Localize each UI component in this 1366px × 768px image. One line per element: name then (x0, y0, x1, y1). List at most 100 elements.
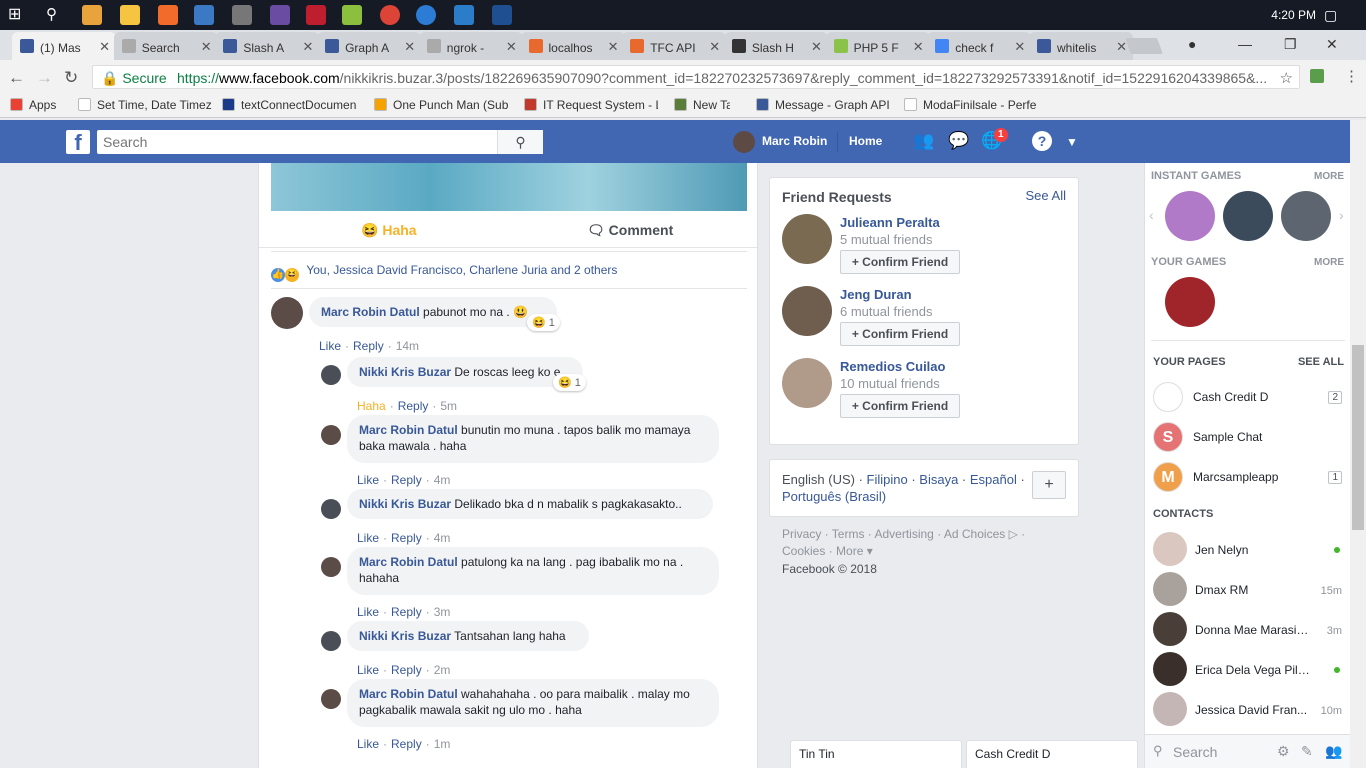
contact-avatar[interactable] (1153, 652, 1187, 686)
your-game-thumb[interactable] (1165, 277, 1215, 327)
contact-avatar[interactable] (1153, 532, 1187, 566)
friend-request-name[interactable]: Julieann Peralta (840, 215, 940, 230)
contact-name[interactable]: Jen Nelyn (1195, 543, 1311, 557)
close-window-icon[interactable]: ✕ (1326, 36, 1338, 53)
instant-game-thumb[interactable] (1165, 191, 1215, 241)
confirm-friend-button[interactable]: + Confirm Friend (840, 250, 960, 274)
see-all-link[interactable]: See All (1026, 188, 1066, 203)
tab-close-icon[interactable]: ✕ (709, 39, 720, 55)
extension-icon[interactable] (1310, 69, 1324, 83)
search-button[interactable]: ⚲ (497, 130, 543, 154)
commenter-avatar[interactable] (271, 297, 303, 329)
friend-request-avatar[interactable] (782, 286, 832, 336)
chrome-icon[interactable] (380, 5, 400, 25)
secure-indicator[interactable]: 🔒 Secure (101, 70, 167, 87)
search-input[interactable] (103, 131, 493, 153)
page-name[interactable]: Marcsampleapp (1193, 470, 1278, 484)
tab-close-icon[interactable]: ✕ (913, 39, 924, 55)
contact-name[interactable]: Donna Mae Marasigan (1195, 623, 1311, 637)
footer-link[interactable]: More (836, 544, 863, 558)
reply-link[interactable]: Reply (391, 605, 422, 619)
mutual-friends-count[interactable]: 5 mutual friends (840, 232, 933, 247)
chevron-left-icon[interactable]: ‹ (1149, 207, 1154, 223)
sidebar-search-input[interactable]: Search (1173, 744, 1217, 760)
commenter-name[interactable]: Nikki Kris Buzar (359, 365, 451, 379)
help-icon[interactable]: ? (1032, 131, 1052, 151)
comment-time[interactable]: 1m (434, 737, 451, 751)
bookmark-item[interactable]: New Tab (674, 98, 730, 112)
add-language-button[interactable]: + (1032, 471, 1066, 499)
bookmark-star-icon[interactable]: ☆ (1280, 69, 1293, 87)
commenter-avatar[interactable] (321, 557, 341, 577)
chevron-right-icon[interactable]: › (1339, 207, 1344, 223)
mutual-friends-count[interactable]: 6 mutual friends (840, 304, 933, 319)
browser-tab[interactable]: whitelis ✕ (1029, 32, 1133, 60)
like-link[interactable]: Haha (357, 399, 386, 413)
friend-request-avatar[interactable] (782, 214, 832, 264)
comment-time[interactable]: 5m (440, 399, 457, 413)
language-option[interactable]: Português (Brasil) (782, 489, 886, 504)
windows-start-icon[interactable]: ⊞ (8, 5, 28, 25)
commenter-name[interactable]: Marc Robin Datul (359, 555, 458, 569)
tab-close-icon[interactable]: ✕ (608, 39, 619, 55)
commenter-avatar[interactable] (321, 365, 341, 385)
page-icon[interactable] (1153, 382, 1183, 412)
like-link[interactable]: Like (357, 531, 379, 545)
reply-link[interactable]: Reply (391, 663, 422, 677)
footer-link[interactable]: Advertising (874, 527, 933, 541)
browser-tab[interactable]: ngrok - ✕ (418, 32, 523, 60)
instant-game-thumb[interactable] (1223, 191, 1273, 241)
chat-tab[interactable]: Tin Tin (790, 740, 962, 768)
bookmark-item[interactable]: ModaFinilsale - Perfe (904, 98, 1040, 112)
footer-link[interactable]: Privacy (782, 527, 821, 541)
footer-link[interactable]: Cookies (782, 544, 825, 558)
page-icon[interactable]: M (1153, 462, 1183, 492)
like-link[interactable]: Like (319, 339, 341, 353)
new-tab-button[interactable] (1125, 38, 1163, 54)
bookmark-item[interactable]: Apps (10, 98, 66, 112)
browser-tab[interactable]: Slash H ✕ (723, 32, 828, 60)
commenter-avatar[interactable] (321, 425, 341, 445)
browser-tab[interactable]: localhos ✕ (520, 32, 625, 60)
bookmark-item[interactable]: Message - Graph API (756, 98, 892, 112)
xampp-icon[interactable] (158, 5, 178, 25)
language-option[interactable]: Bisaya (919, 472, 958, 487)
file-explorer-icon[interactable] (120, 5, 140, 25)
visual-studio-icon[interactable] (270, 5, 290, 25)
language-option[interactable]: Filipino (867, 472, 908, 487)
browser-tab[interactable]: PHP 5 F ✕ (825, 32, 930, 60)
page-name[interactable]: Sample Chat (1193, 430, 1262, 444)
clock-time[interactable]: 4:20 PM (1271, 8, 1316, 22)
browser-tab[interactable]: Graph A ✕ (317, 32, 422, 60)
comment-time[interactable]: 4m (434, 531, 451, 545)
friend-request-name[interactable]: Jeng Duran (840, 287, 912, 302)
commenter-avatar[interactable] (321, 689, 341, 709)
commenter-name[interactable]: Marc Robin Datul (359, 687, 458, 701)
sidebar-search[interactable]: Search ⚲ ⚙ ✎ 👥 (1145, 734, 1351, 768)
like-link[interactable]: Like (357, 473, 379, 487)
commenter-avatar[interactable] (321, 631, 341, 651)
contact-avatar[interactable] (1153, 612, 1187, 646)
commenter-name[interactable]: Marc Robin Datul (321, 305, 420, 319)
friend-request-avatar[interactable] (782, 358, 832, 408)
url-field[interactable]: 🔒 Secure https://www.facebook.com/nikkik… (92, 65, 1300, 89)
like-link[interactable]: Like (357, 737, 379, 751)
reply-link[interactable]: Reply (391, 531, 422, 545)
contact-name[interactable]: Dmax RM (1195, 583, 1311, 597)
reply-link[interactable]: Reply (398, 399, 429, 413)
scrollbar-thumb[interactable] (1352, 345, 1364, 530)
instant-games-more[interactable]: MORE (1314, 171, 1344, 182)
browser-tab[interactable]: check f ✕ (927, 32, 1032, 60)
filezilla-icon[interactable] (306, 5, 326, 25)
tab-close-icon[interactable]: ✕ (1014, 39, 1025, 55)
bookmark-item[interactable]: textConnectDocumen (222, 98, 362, 112)
tools-icon[interactable] (232, 5, 252, 25)
like-link[interactable]: Like (357, 663, 379, 677)
tab-close-icon[interactable]: ✕ (506, 39, 517, 55)
profile-icon[interactable]: ● (1188, 36, 1196, 52)
tab-close-icon[interactable]: ✕ (201, 39, 212, 55)
reply-link[interactable]: Reply (353, 339, 384, 353)
minimize-icon[interactable]: — (1238, 36, 1252, 52)
notes-icon[interactable] (454, 5, 474, 25)
friend-requests-icon[interactable]: 👥 (913, 131, 934, 151)
